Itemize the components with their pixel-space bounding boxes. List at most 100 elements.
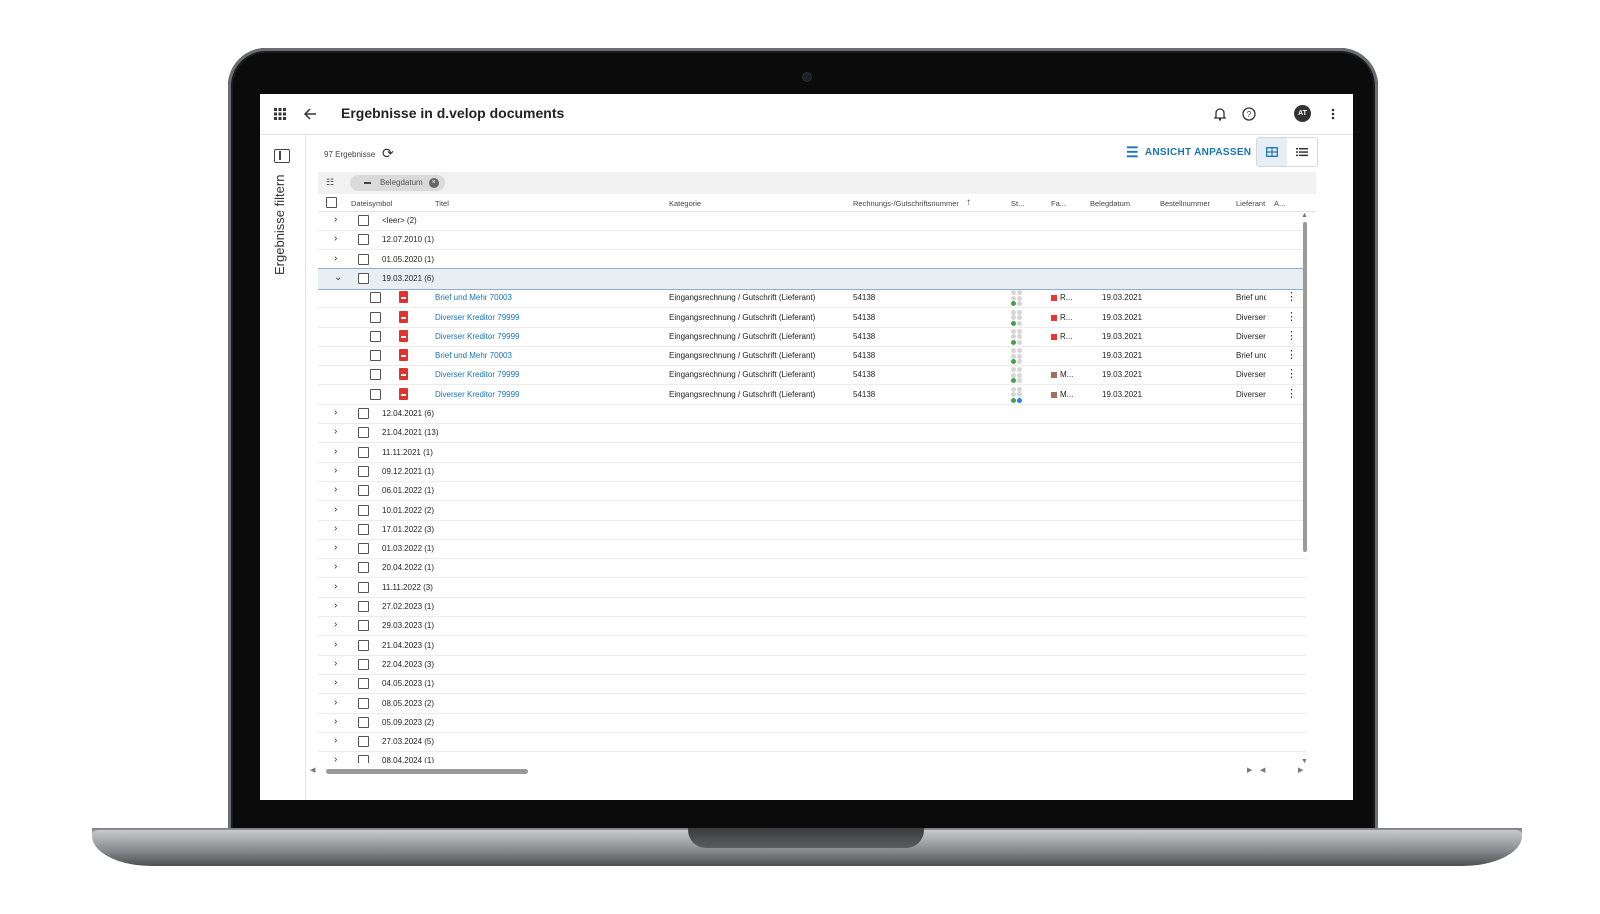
group-row[interactable]: › 10.01.2022 (2) (318, 501, 1306, 521)
row-checkbox[interactable] (358, 253, 369, 265)
column-header[interactable]: Belegdatum (1090, 199, 1130, 208)
group-row[interactable]: › 08.05.2023 (2) (318, 694, 1306, 714)
row-checkbox[interactable] (358, 658, 369, 670)
more-vert-icon[interactable] (1296, 104, 1316, 124)
chevron-right-icon[interactable]: › (334, 504, 337, 515)
scroll-right-icon[interactable]: ▶ (1247, 766, 1252, 774)
group-row[interactable]: › 04.05.2023 (1) (318, 674, 1306, 695)
chevron-right-icon[interactable]: › (334, 600, 337, 611)
row-checkbox[interactable] (358, 215, 369, 226)
chevron-right-icon[interactable]: › (334, 677, 337, 688)
group-row[interactable]: › 21.04.2021 (13) (318, 423, 1306, 444)
scroll-right-icon[interactable]: ▶ (1298, 766, 1303, 774)
column-header[interactable]: Fa... (1051, 199, 1066, 208)
row-more-vert-icon[interactable]: ⋮ (1286, 329, 1297, 342)
document-title-link[interactable]: Diverser Kreditor 79999 (435, 390, 519, 399)
row-checkbox[interactable] (358, 601, 369, 612)
row-checkbox[interactable] (370, 330, 381, 342)
column-header[interactable]: Lieferant (1236, 199, 1266, 208)
chevron-right-icon[interactable]: › (334, 523, 337, 534)
group-row[interactable]: › 29.03.2023 (1) (318, 616, 1306, 637)
select-all-checkbox[interactable] (326, 197, 337, 208)
row-more-vert-icon[interactable]: ⋮ (1286, 348, 1297, 361)
chevron-right-icon[interactable]: › (334, 639, 337, 650)
sidebar-toggle-icon[interactable] (274, 149, 290, 163)
chevron-right-icon[interactable]: › (334, 214, 337, 225)
chevron-down-icon[interactable]: ⌄ (334, 272, 342, 283)
group-row[interactable]: › 01.03.2022 (1) (318, 539, 1306, 560)
list-view-icon[interactable] (1287, 138, 1317, 166)
help-circle-icon[interactable]: ? (1239, 104, 1259, 124)
chevron-right-icon[interactable]: › (334, 716, 337, 727)
group-row[interactable]: › 21.04.2023 (1) (318, 636, 1306, 656)
column-header[interactable]: Bestellnummer (1160, 199, 1210, 208)
document-row[interactable]: Diverser Kreditor 79999 Eingangsrechnung … (318, 308, 1306, 328)
row-checkbox[interactable] (370, 350, 381, 362)
document-row[interactable]: Brief und Mehr 70003 Eingangsrechnung / G… (318, 288, 1306, 309)
row-checkbox[interactable] (358, 272, 369, 284)
chevron-right-icon[interactable]: › (334, 446, 337, 457)
group-row[interactable]: › 12.07.2010 (1) (318, 230, 1306, 251)
horizontal-scrollbar[interactable] (326, 769, 528, 774)
row-more-vert-icon[interactable]: ⋮ (1286, 310, 1297, 323)
chevron-right-icon[interactable]: › (334, 484, 337, 495)
more-vert-icon[interactable] (1323, 104, 1343, 124)
row-checkbox[interactable] (370, 311, 381, 323)
scroll-left-icon[interactable]: ◀ (310, 766, 315, 774)
scroll-up-icon[interactable]: ▲ (1301, 212, 1308, 219)
chevron-right-icon[interactable]: › (334, 658, 337, 669)
group-row[interactable]: › 17.01.2022 (3) (318, 520, 1306, 540)
row-checkbox[interactable] (358, 678, 369, 690)
row-checkbox[interactable] (358, 523, 369, 535)
refresh-icon[interactable]: ⟳ (382, 145, 394, 162)
document-row[interactable]: Brief und Mehr 70003 Eingangsrechnung / G… (318, 346, 1306, 367)
chevron-right-icon[interactable]: › (334, 465, 337, 476)
chevron-right-icon[interactable]: › (334, 735, 337, 746)
row-checkbox[interactable] (370, 292, 381, 304)
chevron-right-icon[interactable]: › (334, 253, 337, 264)
row-checkbox[interactable] (358, 408, 369, 419)
chevron-right-icon[interactable]: › (334, 407, 337, 418)
group-row[interactable]: › 11.11.2022 (3) (318, 578, 1306, 598)
group-row[interactable]: › 27.02.2023 (1) (318, 597, 1306, 617)
row-checkbox[interactable] (358, 697, 369, 709)
group-chip[interactable]: Belegdatum × (350, 175, 445, 191)
group-row[interactable]: › 08.04.2024 (1) (318, 751, 1306, 763)
sidebar-label[interactable]: Ergebnisse filtern (272, 175, 287, 275)
row-checkbox[interactable] (358, 639, 369, 651)
document-title-link[interactable]: Brief und Mehr 70003 (435, 351, 512, 360)
row-more-vert-icon[interactable]: ⋮ (1286, 367, 1297, 380)
row-checkbox[interactable] (358, 465, 369, 477)
chevron-right-icon[interactable]: › (334, 619, 337, 630)
document-row[interactable]: Diverser Kreditor 79999 Eingangsrechnung … (318, 327, 1306, 347)
group-row[interactable]: › 06.01.2022 (1) (318, 481, 1306, 502)
row-checkbox[interactable] (358, 446, 369, 458)
row-checkbox[interactable] (358, 620, 369, 632)
group-row[interactable]: › 12.04.2021 (6) (318, 404, 1306, 424)
group-row[interactable]: › 11.11.2021 (1) (318, 443, 1306, 463)
remove-chip-icon[interactable]: × (428, 178, 439, 188)
row-checkbox[interactable] (358, 234, 369, 246)
sort-ascending-icon[interactable]: ↑ (966, 197, 971, 208)
column-header[interactable]: Dateisymbol (351, 199, 392, 208)
document-title-link[interactable]: Brief und Mehr 70003 (435, 293, 512, 302)
group-rows-icon[interactable]: ☷ (326, 177, 334, 188)
chevron-right-icon[interactable]: › (334, 426, 337, 437)
group-row[interactable]: › 05.09.2023 (2) (318, 713, 1306, 733)
chevron-right-icon[interactable]: › (334, 754, 337, 763)
row-checkbox[interactable] (358, 755, 369, 763)
row-checkbox[interactable] (370, 388, 381, 400)
group-row[interactable]: ⌄ 19.03.2021 (6) (318, 267, 1307, 290)
row-checkbox[interactable] (358, 427, 369, 439)
group-row[interactable]: › 27.03.2024 (5) (318, 732, 1306, 753)
bell-icon[interactable] (1210, 104, 1230, 124)
group-row[interactable]: › 01.05.2020 (1) (318, 250, 1306, 270)
chevron-right-icon[interactable]: › (334, 697, 337, 708)
document-title-link[interactable]: Diverser Kreditor 79999 (435, 313, 519, 322)
column-header[interactable]: Kategorie (669, 199, 701, 208)
column-header[interactable]: St... (1011, 199, 1024, 208)
group-row[interactable]: › 22.04.2023 (3) (318, 655, 1306, 675)
scroll-down-icon[interactable]: ▼ (1301, 758, 1308, 765)
row-checkbox[interactable] (358, 485, 369, 497)
row-checkbox[interactable] (358, 736, 369, 748)
